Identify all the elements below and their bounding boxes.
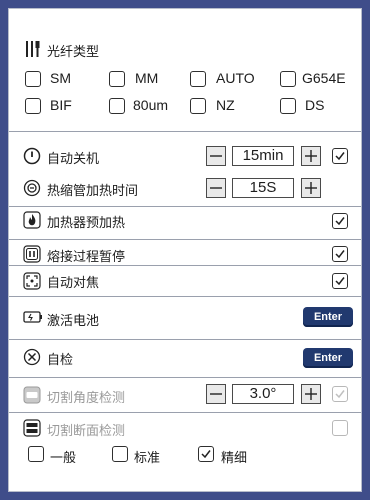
divider: [9, 339, 361, 340]
fiber-type-title: 光纤类型: [47, 45, 100, 60]
self-check-label: 自检: [47, 353, 74, 368]
cleave-face-checkbox[interactable]: [332, 420, 348, 436]
preheat-label: 加热器预加热: [47, 216, 126, 231]
fiber-label-80um: 80um: [133, 97, 169, 113]
cleave-angle-icon: [23, 386, 41, 404]
precision-checkbox-fine[interactable]: [198, 446, 214, 462]
precision-label-standard: 标准: [134, 451, 161, 466]
auto-shutdown-label: 自动关机: [47, 152, 100, 167]
divider: [9, 239, 361, 240]
cleave-angle-increment-button[interactable]: [301, 384, 321, 404]
fiber-checkbox-mm[interactable]: [109, 71, 125, 87]
fiber-checkbox-80um[interactable]: [109, 98, 125, 114]
fiber-label-mm: MM: [135, 70, 159, 86]
check-icon: [201, 450, 211, 459]
fiber-checkbox-auto[interactable]: [190, 71, 206, 87]
self-check-enter-button[interactable]: Enter: [303, 348, 353, 368]
preheat-checkbox[interactable]: [332, 213, 348, 229]
fiber-tools-icon: [26, 41, 40, 57]
fiber-checkbox-g654e[interactable]: [280, 71, 296, 87]
precision-label-fine: 精细: [221, 451, 248, 466]
auto-focus-checkbox[interactable]: [332, 273, 348, 289]
cleave-angle-check-label: 切割角度检测: [47, 391, 126, 406]
check-icon: [335, 277, 345, 286]
divider: [9, 296, 361, 297]
auto-shutdown-decrement-button[interactable]: [206, 146, 226, 166]
cleave-angle-decrement-button[interactable]: [206, 384, 226, 404]
battery-icon: [23, 311, 42, 323]
fiber-checkbox-ds[interactable]: [280, 98, 296, 114]
auto-shutdown-value: 15min: [232, 146, 294, 166]
fiber-checkbox-nz[interactable]: [190, 98, 206, 114]
auto-shutdown-checkbox[interactable]: [332, 148, 348, 164]
activate-battery-enter-button[interactable]: Enter: [303, 307, 353, 327]
fiber-label-g654e: G654E: [302, 70, 346, 86]
divider: [9, 377, 361, 378]
heat-tube-icon: [23, 179, 41, 197]
focus-icon: [23, 272, 41, 290]
auto-focus-label: 自动对焦: [47, 276, 100, 291]
fiber-checkbox-sm[interactable]: [25, 71, 41, 87]
precision-label-normal: 一般: [50, 451, 77, 466]
fiber-label-bif: BIF: [50, 97, 72, 113]
precision-checkbox-standard[interactable]: [112, 446, 128, 462]
fiber-checkbox-bif[interactable]: [25, 98, 41, 114]
fiber-label-nz: NZ: [216, 97, 235, 113]
divider: [9, 412, 361, 413]
divider: [9, 131, 361, 132]
cleave-angle-value: 3.0°: [232, 384, 294, 404]
pause-during-splice-label: 熔接过程暂停: [47, 250, 126, 265]
heat-shrink-decrement-button[interactable]: [206, 178, 226, 198]
check-icon: [335, 152, 345, 161]
flame-icon: [23, 211, 41, 229]
precision-checkbox-normal[interactable]: [28, 446, 44, 462]
pause-icon: [23, 245, 41, 263]
activate-battery-label: 激活电池: [47, 314, 100, 329]
settings-panel: 光纤类型 SM MM AUTO G654E BIF 80um NZ DS 自动关…: [8, 8, 362, 492]
fiber-label-auto: AUTO: [216, 70, 255, 86]
check-icon: [335, 390, 345, 399]
divider: [9, 265, 361, 266]
pause-during-splice-checkbox[interactable]: [332, 246, 348, 262]
cleave-angle-checkbox[interactable]: [332, 386, 348, 402]
cleave-face-icon: [23, 419, 41, 437]
auto-shutdown-increment-button[interactable]: [301, 146, 321, 166]
tools-icon: [23, 348, 41, 366]
power-icon: [23, 147, 41, 165]
heat-shrink-time-label: 热缩管加热时间: [47, 184, 139, 199]
heat-shrink-time-value: 15S: [232, 178, 294, 198]
fiber-label-ds: DS: [305, 97, 325, 113]
divider: [9, 206, 361, 207]
cleave-face-check-label: 切割断面检测: [47, 424, 126, 439]
fiber-label-sm: SM: [50, 70, 71, 86]
check-icon: [335, 250, 345, 259]
check-icon: [335, 217, 345, 226]
heat-shrink-increment-button[interactable]: [301, 178, 321, 198]
